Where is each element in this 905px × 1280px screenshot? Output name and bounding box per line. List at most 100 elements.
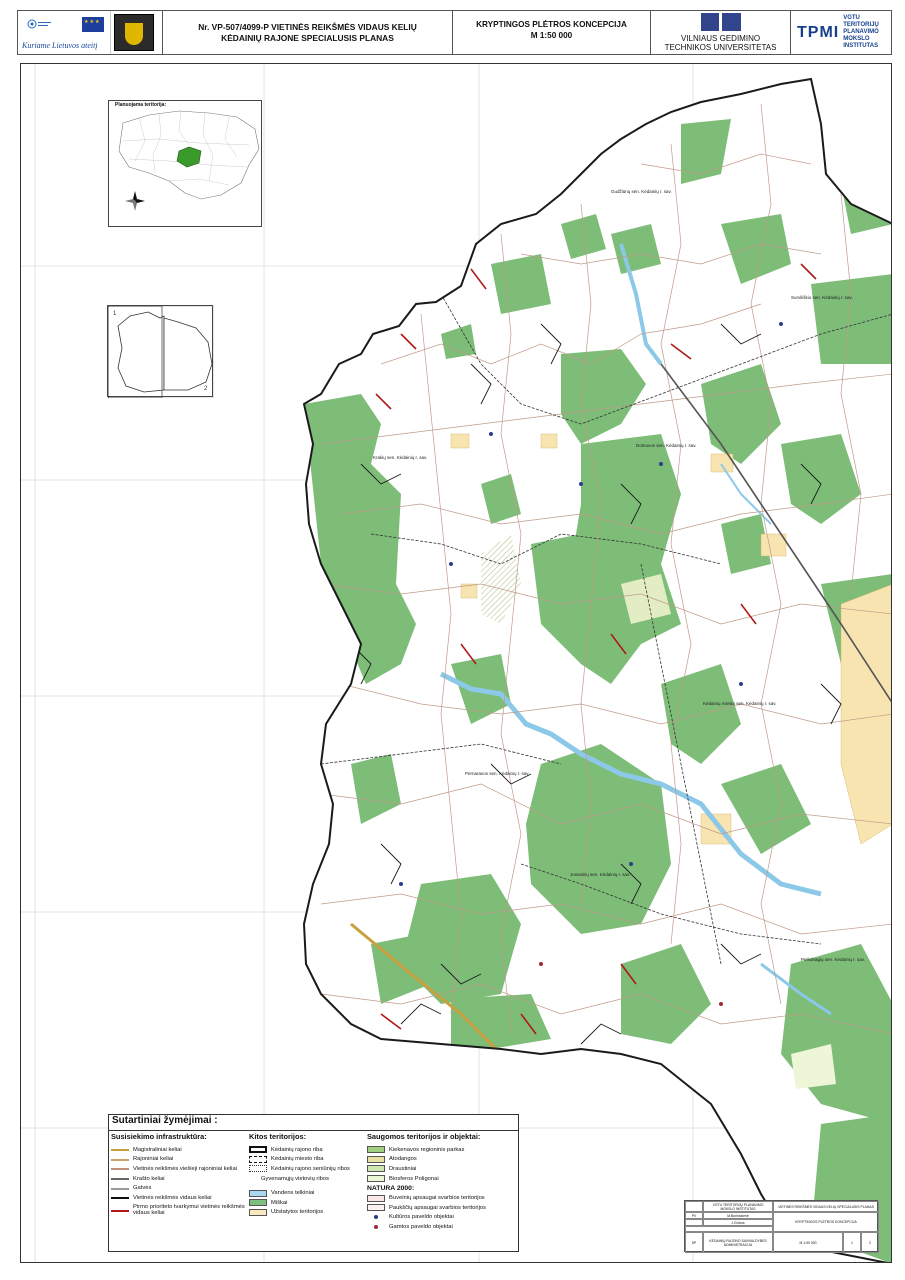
legend-boundary-0-symbol — [249, 1146, 267, 1154]
project-title: Nr. VP-507/4099-P VIETINĖS REIKŠMĖS VIDA… — [163, 11, 453, 54]
stamp-cell-empty-2 — [685, 1219, 703, 1226]
legend-area-0: Vandens telkiniai — [249, 1188, 367, 1198]
legend-priority-road-label: Pirmo prioriteto tvarkymui vietinės reik… — [133, 1203, 245, 1217]
legend-other-column: Kitos teritorijos: Kėdainių rajono riba K… — [249, 1132, 367, 1217]
stamp-name-pv: M.Burinskienė — [703, 1212, 773, 1219]
legend-point-1-label: Gamtos paveldo objektai — [389, 1223, 453, 1230]
legend-boundary-1: Kėdainių miesto riba — [249, 1155, 367, 1165]
eu-flag-icon — [82, 17, 104, 32]
legend: Sutartiniai žymėjimai : Susisiekimo infr… — [108, 1114, 519, 1252]
project-title-line2: KĖDAINIŲ RAJONE SPECIALUSIS PLANAS — [221, 32, 394, 43]
project-title-line1: Nr. VP-507/4099-P VIETINĖS REIKŠMĖS VIDA… — [198, 21, 417, 32]
legend-road-4-label: Gatvės — [133, 1185, 152, 1192]
stamp-sheets: 2 — [861, 1232, 879, 1253]
sheet-title: KRYPTINGOS PLĖTROS KONCEPCIJA M 1:50 000 — [453, 11, 651, 54]
tpmi-line4: MOKSLO — [843, 36, 870, 42]
stamp-client: KĖDAINIŲ RAJONO SAVIVALDYBĖS ADMINISTRAC… — [703, 1232, 773, 1253]
legend-boundary-1-label: Kėdainių miesto riba — [271, 1156, 324, 1163]
stamp-stage: SP — [685, 1232, 703, 1253]
district-map[interactable]: Gudžiūnų sen. Kėdainių r. sav. Survilišk… — [21, 64, 892, 1263]
legend-settlement-boundaries: Gyvenamųjų vietovių ribos — [249, 1174, 367, 1184]
legend-natura-0-label: Buveinių apsaugai svarbios teritorijos — [389, 1195, 485, 1202]
legend-protected-1-symbol — [367, 1155, 385, 1163]
tpmi-abbr: TPMI — [797, 23, 840, 41]
stamp-sheet-title: KRYPTINGOS PLĖTROS KONCEPCIJA — [773, 1212, 879, 1232]
legend-point-1: Gamtos paveldo objektai — [367, 1222, 519, 1232]
sheet-index-map — [107, 305, 215, 399]
legend-natura-1-label: Paukščių apsaugai svarbios teritorijos — [389, 1204, 486, 1211]
legend-road-3: Krašto keliai — [111, 1174, 251, 1184]
label-pernarava: Pernaravos sen. Kėdainių r. sav. — [465, 771, 529, 776]
legend-area-1-symbol — [249, 1199, 267, 1207]
legend-protected-3: Biosferos Poligonai — [367, 1174, 519, 1184]
sheet-scale: M 1:50 000 — [530, 30, 573, 40]
legend-protected-2-label: Draustiniai — [389, 1165, 417, 1172]
legend-road-0: Magistraliniai keliai — [111, 1145, 251, 1155]
legend-boundary-2-symbol — [249, 1165, 267, 1173]
lithuania-map — [118, 110, 260, 211]
location-inset-title: Planuojama teritorija: — [115, 102, 167, 108]
stamp-role-pv: PV — [685, 1212, 703, 1219]
location-inset: Planuojama teritorija: — [108, 100, 262, 227]
legend-road-3-label: Krašto keliai — [133, 1175, 165, 1182]
legend-area-1: Miškai — [249, 1198, 367, 1208]
tpmi-logo: TPMI VGTU TERITORIJŲ PLANAVIMO MOKSLO IN… — [791, 11, 891, 54]
eu-slogan: Kuriame Lietuvos ateitį — [22, 41, 98, 50]
vgtu-logo: VILNIAUS GEDIMINO TECHNIKOS UNIVERSITETA… — [651, 11, 791, 54]
legend-point-1-symbol — [367, 1222, 385, 1231]
legend-boundary-0-label: Kėdainių rajono riba — [271, 1146, 323, 1153]
title-block-header: Kuriame Lietuvos ateitį Nr. VP-507/4099-… — [17, 10, 892, 55]
legend-road-1-label: Rajoniniai keliai — [133, 1156, 174, 1163]
label-krakes: Krakių sen. Kėdainių r. sav. — [373, 455, 427, 460]
compass-rose-icon — [125, 191, 145, 211]
label-gudziunai: Gudžiūnų sen. Kėdainių r. sav. — [611, 189, 672, 194]
legend-area-1-label: Miškai — [271, 1199, 288, 1206]
legend-natura-heading: NATURA 2000: — [367, 1185, 415, 1193]
legend-road-0-label: Magistraliniai keliai — [133, 1146, 182, 1153]
legend-protected-1-label: Atodangos — [389, 1156, 417, 1163]
legend-natura-0-symbol — [367, 1194, 385, 1202]
stamp-name-2: J.Gricius — [703, 1219, 773, 1226]
stamp-project: VIETINĖS REIKŠMĖS VIDAUS KELIŲ SPECIALUS… — [773, 1201, 879, 1212]
title-stamp: VGTU TERITORIJŲ PLANAVIMO MOKSLO INSTITU… — [684, 1200, 879, 1253]
label-dotnuva: Dotnuvos sen. Kėdainių r. sav. — [636, 443, 696, 448]
legend-title: Sutartiniai žymėjimai : — [112, 1115, 218, 1126]
legend-protected-1: Atodangos — [367, 1155, 519, 1165]
stamp-cell-empty — [685, 1201, 703, 1212]
legend-point-0: Kultūros paveldo objektai — [367, 1213, 519, 1223]
legend-natura-0: Buveinių apsaugai svarbios teritorijos — [367, 1193, 519, 1203]
legend-protected-column: Saugomos teritorijos ir objektai: Kieken… — [367, 1132, 519, 1232]
label-kedainiai-city: Kėdainių miesto sen. Kėdainių r. sav. — [703, 701, 776, 706]
label-surviliskis: Surviliškio sen. Kėdainių r. sav. — [791, 295, 853, 300]
legend-protected-2-symbol — [367, 1165, 385, 1173]
tpmi-line2: TERITORIJŲ — [843, 22, 879, 28]
stamp-org: VGTU TERITORIJŲ PLANAVIMO MOKSLO INSTITU… — [703, 1201, 773, 1212]
kedainiai-coat-of-arms-icon — [114, 14, 154, 51]
legend-area-2: Užstatytos teritorijos — [249, 1208, 367, 1218]
legend-point-0-symbol — [367, 1213, 385, 1222]
legend-road-2: Vietinės reikšmės viešieji rajoniniai ke… — [111, 1164, 251, 1174]
map-frame[interactable]: Gudžiūnų sen. Kėdainių r. sav. Survilišk… — [20, 63, 892, 1263]
stamp-sheet-no: 1 — [843, 1232, 861, 1253]
legend-settlement-label: Gyvenamųjų vietovių ribos — [261, 1175, 329, 1182]
legend-area-0-symbol — [249, 1189, 267, 1197]
legend-point-0-label: Kultūros paveldo objektai — [389, 1214, 454, 1221]
legend-priority-road: Pirmo prioriteto tvarkymui vietinės reik… — [111, 1203, 251, 1218]
legend-area-0-label: Vandens telkiniai — [271, 1190, 315, 1197]
legend-protected-3-label: Biosferos Poligonai — [389, 1175, 439, 1182]
legend-road-5: Vietinės reikšmės vidaus keliai — [111, 1193, 251, 1203]
legend-road-2-symbol — [111, 1164, 129, 1173]
legend-other-heading: Kitos teritorijos: — [249, 1132, 307, 1141]
legend-protected-3-symbol — [367, 1175, 385, 1183]
eu-funds-logo: Kuriame Lietuvos ateitį — [18, 11, 111, 54]
legend-protected-0-symbol — [367, 1146, 385, 1154]
priority-road-symbol — [111, 1206, 129, 1215]
legend-transport-heading: Susisiekimo infrastruktūra: — [111, 1132, 207, 1141]
tpmi-line5: INSTITUTAS — [843, 43, 879, 49]
legend-road-1: Rajoniniai keliai — [111, 1155, 251, 1165]
legend-divider — [109, 1130, 518, 1131]
vgtu-name-line1: VILNIAUS GEDIMINO — [680, 34, 761, 43]
legend-protected-2: Draustiniai — [367, 1164, 519, 1174]
legend-road-4: Gatvės — [111, 1183, 251, 1193]
stamp-scale: M 1:50 000 — [773, 1232, 843, 1253]
